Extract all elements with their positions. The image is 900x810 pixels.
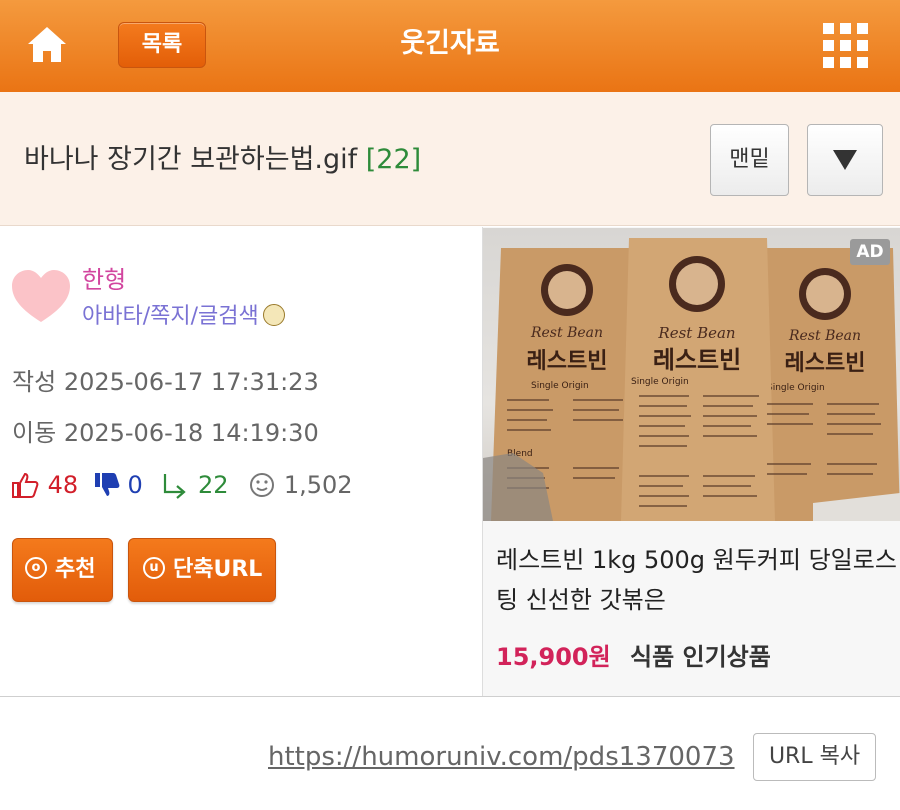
bag-right-kor: 레스트빈 bbox=[785, 351, 866, 376]
expand-button[interactable] bbox=[807, 124, 883, 196]
author-links-text[interactable]: 아바타/쪽지/글검색 bbox=[82, 304, 259, 329]
comment-count[interactable]: [22] bbox=[366, 144, 421, 175]
upvote-count: 48 bbox=[47, 471, 79, 499]
bag-right-brand: Rest Bean bbox=[788, 328, 861, 344]
bag-left-kor: 레스트빈 bbox=[527, 349, 608, 374]
moved-value: 2025-06-18 14:19:30 bbox=[63, 419, 319, 447]
ad-product-title[interactable]: 레스트빈 1kg 500g 원두커피 당일로스팅 신선한 갓볶은 bbox=[496, 540, 900, 620]
written-label: 작성 bbox=[12, 368, 57, 396]
heart-avatar-icon bbox=[12, 270, 70, 322]
reply-count: 22 bbox=[198, 471, 229, 499]
bag-right-label1: Single Origin bbox=[767, 383, 825, 393]
moved-label: 이동 bbox=[12, 419, 57, 447]
level-badge-icon bbox=[262, 304, 285, 326]
bag-mid-kor: 레스트빈 bbox=[653, 346, 741, 374]
short-url-circle-icon: u bbox=[143, 557, 165, 579]
thumbs-down-icon bbox=[94, 473, 120, 496]
written-date: 작성 2025-06-17 17:31:23 bbox=[12, 364, 319, 400]
recommend-label: 추천 bbox=[55, 557, 96, 582]
author-links[interactable]: 아바타/쪽지/글검색 bbox=[82, 300, 285, 334]
triangle-down-icon bbox=[833, 150, 857, 170]
smiley-view-icon bbox=[250, 473, 275, 497]
go-bottom-button[interactable]: 맨밑 bbox=[710, 124, 789, 196]
post-stats: 48 0 22 1,502 bbox=[10, 466, 353, 502]
ad-category: 식품 인기상품 bbox=[630, 643, 771, 671]
avatar[interactable] bbox=[10, 266, 72, 328]
written-value: 2025-06-17 17:31:23 bbox=[63, 368, 319, 396]
bag-mid-label1: Single Origin bbox=[631, 377, 689, 387]
post-url-link[interactable]: https://humoruniv.com/pds1370073 bbox=[268, 738, 735, 776]
coffee-bags-image: Rest Bean 레스트빈 Single Origin Blend Rest … bbox=[483, 238, 900, 521]
ad-product-image[interactable]: Rest Bean 레스트빈 Single Origin Blend Rest … bbox=[483, 228, 900, 521]
short-url-label: 단축URL bbox=[173, 557, 263, 582]
author-info-panel bbox=[0, 227, 482, 696]
author-name[interactable]: 한형 bbox=[82, 262, 126, 298]
ad-badge: AD bbox=[850, 239, 890, 265]
divider bbox=[0, 696, 900, 697]
ad-price: 15,900원 bbox=[496, 643, 611, 671]
view-count: 1,502 bbox=[283, 471, 353, 499]
bag-mid-brand: Rest Bean bbox=[657, 324, 735, 342]
grid-icon bbox=[823, 23, 868, 68]
url-copy-button[interactable]: URL 복사 bbox=[753, 733, 876, 781]
post-title: 바나나 장기간 보관하는법.gif [22] bbox=[24, 140, 421, 180]
bag-left-brand: Rest Bean bbox=[530, 325, 603, 341]
short-url-button[interactable]: u 단축URL bbox=[128, 538, 276, 602]
reply-arrow-icon bbox=[164, 474, 187, 499]
recommend-circle-icon: o bbox=[25, 557, 47, 579]
bag-left-label1: Single Origin bbox=[531, 381, 589, 391]
board-title: 웃긴자료 bbox=[400, 28, 500, 59]
post-title-text: 바나나 장기간 보관하는법.gif bbox=[24, 144, 358, 175]
menu-grid-button[interactable] bbox=[822, 22, 870, 70]
downvote-count: 0 bbox=[127, 471, 143, 499]
moved-date: 이동 2025-06-18 14:19:30 bbox=[12, 415, 319, 451]
recommend-button[interactable]: o 추천 bbox=[12, 538, 113, 602]
thumbs-up-icon bbox=[12, 472, 39, 498]
